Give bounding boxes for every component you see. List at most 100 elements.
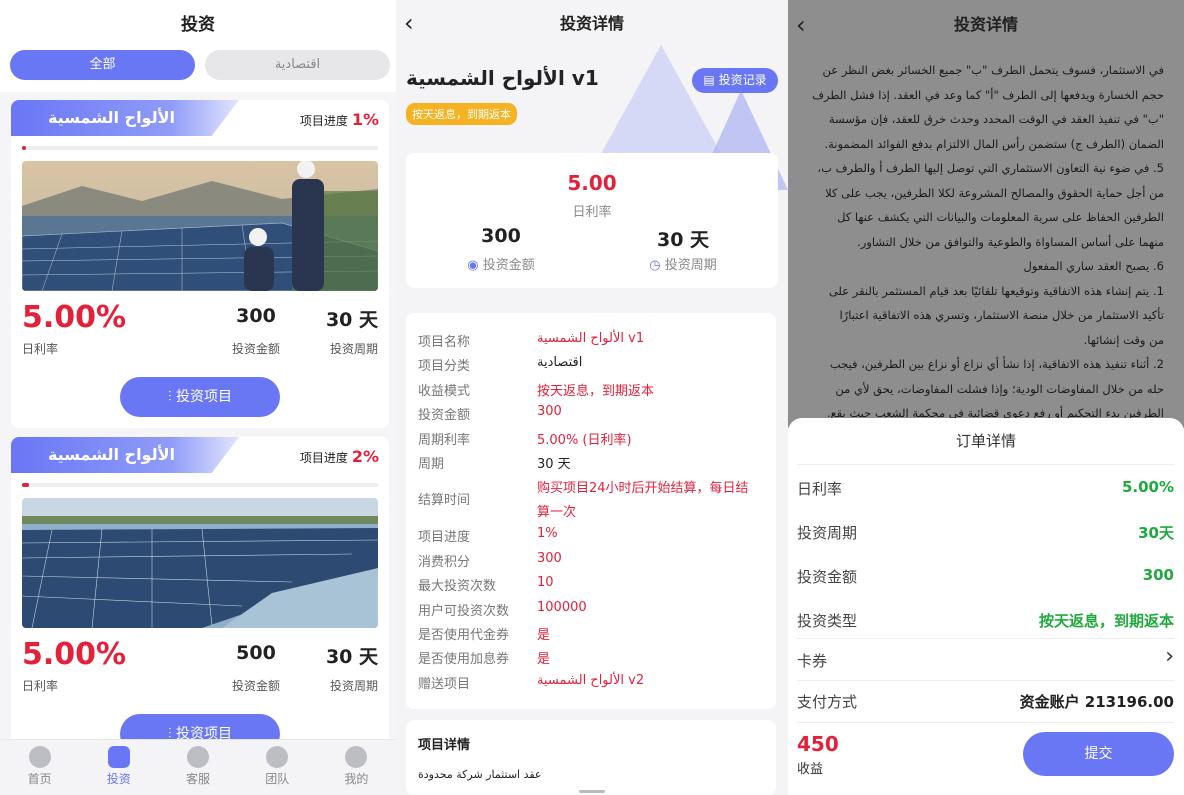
- period-value: 30 天: [656, 229, 710, 251]
- amount-value: 300: [481, 225, 521, 247]
- rate-value: 5.00: [567, 171, 617, 195]
- tab-all[interactable]: 全部: [10, 50, 195, 80]
- tab-economic[interactable]: اقتصادية: [205, 50, 390, 80]
- daily-rate-value: 5.00%: [22, 300, 127, 335]
- project-card[interactable]: الألواح الشمسية v1 项目进度 1% 5.00% 300 30 …: [11, 100, 389, 428]
- amount-label: ◉ 投资金额: [467, 258, 535, 273]
- amount-label: 投资金额: [797, 568, 858, 586]
- rate-value: 5.00%: [1121, 478, 1174, 496]
- field-value-cont: 算一次: [537, 505, 577, 521]
- card-title: الألواح الشمسية v1: [11, 100, 239, 136]
- daily-rate-value: 5.00%: [22, 637, 127, 672]
- investment-detail-screen: ‹ 投资详情 الألواح الشمسية v1 按天返息，到期返本 ▤ 投资…: [396, 0, 788, 795]
- card-title: الألواح الشمسية v2: [11, 437, 239, 473]
- order-sheet: 订单详情 日利率 5.00% 投资周期 30天 投资金额 300 投资类型 按天…: [788, 418, 1184, 795]
- project-detail-card: 项目详情 عقد استثمار شركة محدودة: [406, 720, 776, 795]
- period-label: 投资周期: [329, 679, 378, 693]
- period-value: 30天: [1138, 524, 1174, 542]
- progress-bar: [22, 483, 378, 487]
- period-label: 投资周期: [329, 342, 378, 356]
- contract-line: الطرفين الحفاظ على سرية المعلومات والبيا…: [837, 210, 1164, 224]
- tab-invest[interactable]: 投资: [79, 740, 158, 795]
- amount-label: 投资金额: [231, 342, 280, 356]
- field-value: 10: [537, 575, 554, 591]
- field-value: 购买项目24小时后开始结算，每日结: [537, 481, 749, 497]
- summary-card: 5.00 日利率 300 ◉ 投资金额 30 天 ◷ 投资周期: [406, 153, 778, 288]
- field-value: 1%: [537, 526, 558, 542]
- solar-panels-photo: [22, 161, 378, 291]
- field-value: 按天返息，到期返本: [537, 383, 655, 399]
- tab-home[interactable]: 首页: [0, 740, 79, 795]
- contract-line: تأكيد الاستثمار من خلال منصة الاستثمار، …: [839, 308, 1164, 322]
- chevron-right-icon[interactable]: ›: [1165, 644, 1174, 669]
- contract-line: 1. يتم إنشاء هذه الاتفاقية وتوقيعها تلقا…: [828, 283, 1164, 298]
- divider: [797, 464, 1174, 465]
- team-icon: [266, 746, 289, 768]
- field-label: 周期: [418, 457, 445, 472]
- home-indicator: [579, 790, 605, 793]
- contract-line: 2. أثناء تنفيذ هذه الاتفاقية، إذا نشأ أي…: [829, 357, 1164, 371]
- daily-rate-label: 日利率: [22, 679, 59, 693]
- back-icon[interactable]: ‹: [796, 0, 806, 50]
- coupon-label[interactable]: 卡券: [797, 650, 827, 671]
- contract-line: 5. في ضوء نية التعاون الاستثماري التي تو…: [817, 161, 1164, 175]
- investment-record-button[interactable]: ▤ 投资记录: [692, 68, 778, 93]
- field-label: 收益模式: [418, 383, 471, 399]
- pay-method-value[interactable]: 资金账户 213196.00: [1020, 691, 1174, 712]
- solar-farm-photo: [22, 498, 378, 628]
- contract-line: في الاستثمار، فسوف يتحمل الطرف "ب" جميع …: [822, 63, 1164, 77]
- submit-button[interactable]: 提交: [1023, 732, 1174, 776]
- sheet-title: 订单详情: [955, 432, 1016, 450]
- field-value: الألواح الشمسية v1: [537, 331, 645, 346]
- contract-line: حله من خلال المفاوضات الودية؛ وإذا فشلت …: [835, 381, 1164, 396]
- page-title: 投资详情: [788, 0, 1184, 48]
- contract-line: من وقت إنشائها.: [1083, 332, 1164, 347]
- daily-rate-label: 日利率: [22, 342, 59, 356]
- period-value: 30 天: [325, 646, 378, 668]
- clock-icon: ◷: [649, 258, 661, 273]
- field-label: 项目进度: [418, 530, 471, 546]
- field-label: 投资金额: [418, 408, 471, 424]
- card-progress: 项目进度 1%: [299, 110, 379, 129]
- field-value: 300: [537, 550, 562, 566]
- amount-value: 500: [236, 642, 276, 664]
- divider: [797, 638, 1174, 639]
- field-label: 是否使用代金券: [418, 628, 510, 643]
- field-value: 30 天: [537, 457, 571, 472]
- project-detail-title: 项目详情: [418, 738, 471, 753]
- tab-me[interactable]: 我的: [317, 740, 396, 795]
- page-title: 投资详情: [559, 14, 624, 33]
- field-value: 5.00% (日利率): [537, 432, 632, 448]
- divider: [797, 680, 1174, 681]
- user-icon: [345, 746, 368, 768]
- invest-button[interactable]: ⫶ 投资项目: [120, 377, 280, 417]
- return-mode-tag: 按天返息，到期返本: [406, 103, 517, 125]
- field-value: 是: [537, 652, 551, 668]
- field-value: اقتصادية: [537, 355, 583, 371]
- project-card[interactable]: الألواح الشمسية v2 项目进度 2% 5.00% 500 30 天…: [11, 437, 389, 757]
- bottom-tabbar: 首页 投资 客服 团队 我的: [0, 739, 396, 795]
- amount-value: 300: [236, 305, 276, 327]
- contract-line: 6. يصبح العقد ساري المفعول: [1023, 259, 1164, 273]
- amount-value: 300: [1142, 566, 1174, 584]
- project-title: الألواح الشمسية v1: [406, 66, 599, 90]
- rate-label: 日利率: [797, 480, 843, 498]
- period-value: 30 天: [325, 309, 378, 331]
- contract-line: حجم الخسارة ويدفعها إلى الطرف "أ" كما وع…: [812, 87, 1164, 102]
- period-label: ◷ 投资周期: [649, 258, 717, 273]
- tab-service[interactable]: 客服: [158, 740, 237, 795]
- project-detail-text: عقد استثمار شركة محدودة: [418, 768, 542, 781]
- field-label: 赠送项目: [418, 676, 471, 692]
- contract-line: "ب" في تنفيذ العقد في الوقت المحدد وحدث …: [828, 112, 1164, 126]
- period-label: 投资周期: [797, 524, 858, 542]
- contract-line: الضمان (الطرف ج) ستضمن رأس المال الالتزا…: [824, 136, 1164, 151]
- field-label: 周期利率: [418, 432, 471, 448]
- category-tabs: 全部 اقتصادية: [0, 48, 396, 92]
- pay-method-label: 支付方式: [797, 693, 858, 711]
- income-value: 450: [797, 732, 839, 756]
- page-title: 投资: [0, 0, 396, 48]
- tab-team[interactable]: 团队: [238, 740, 317, 795]
- field-label: 结算时间: [418, 493, 471, 509]
- field-label: 用户可投资次数: [418, 603, 510, 619]
- contract-line: من أجل حماية الحقوق والمصالح المشروعة لك…: [825, 185, 1164, 200]
